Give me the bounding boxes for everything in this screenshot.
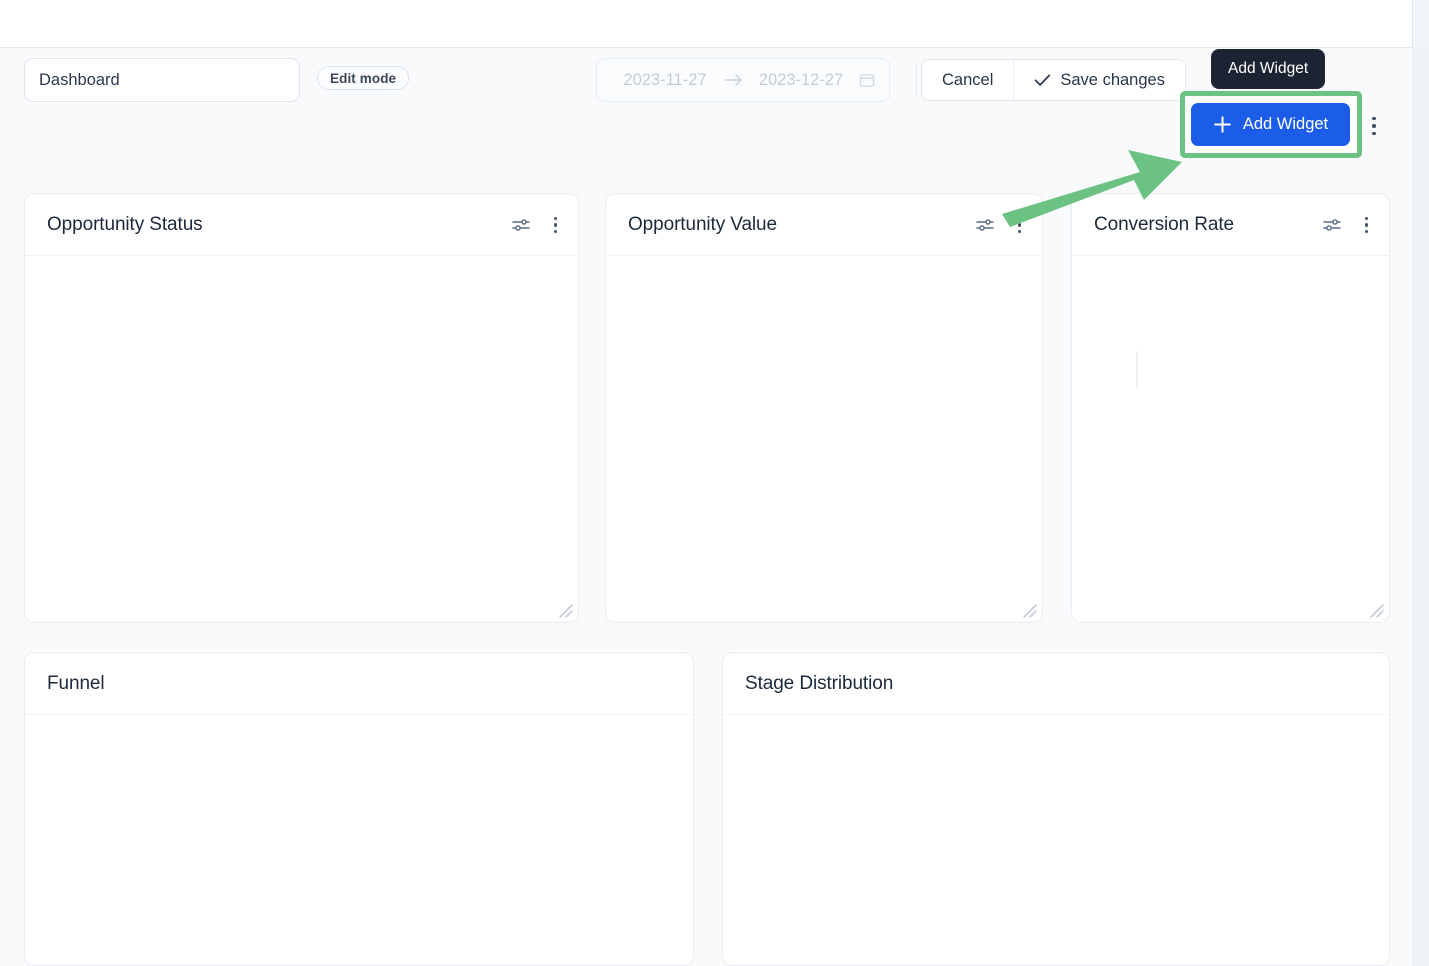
edit-mode-badge: Edit mode [317, 66, 410, 90]
dashboard-name-input[interactable] [24, 58, 300, 102]
cancel-label: Cancel [942, 70, 994, 89]
date-range-arrow-icon [719, 73, 747, 87]
date-range-end[interactable]: 2023-12-27 [747, 71, 855, 90]
widget-body [25, 715, 693, 965]
widget-body [25, 256, 578, 622]
edit-mode-label: Edit mode [330, 70, 397, 86]
widget-header-actions [512, 194, 562, 256]
sliders-icon[interactable] [976, 217, 994, 233]
widget-header: Opportunity Value [606, 194, 1042, 256]
sliders-icon[interactable] [512, 217, 530, 233]
widget-title: Conversion Rate [1094, 213, 1235, 235]
widget-placeholder-mark [369, 714, 604, 715]
toolbar-divider [916, 63, 917, 97]
save-changes-label: Save changes [1060, 70, 1165, 89]
widget-body [723, 715, 1389, 965]
widget-header: Funnel [25, 653, 693, 715]
add-widget-label: Add Widget [1242, 115, 1329, 133]
widget-body [1072, 256, 1389, 622]
widget-body [606, 256, 1042, 622]
calendar-icon [859, 72, 875, 88]
tooltip-label: Add Widget [1228, 60, 1309, 77]
widget-header: Opportunity Status [25, 194, 578, 256]
widget-menu-icon[interactable] [1360, 213, 1373, 238]
widget-placeholder-mark [1136, 351, 1138, 389]
widget-title: Stage Distribution [745, 672, 894, 694]
widget-title: Funnel [47, 672, 105, 694]
widget-menu-icon[interactable] [549, 213, 562, 238]
check-icon [1034, 73, 1051, 87]
widget-menu-icon[interactable] [1013, 213, 1026, 238]
date-range-start[interactable]: 2023-11-27 [611, 71, 719, 90]
add-widget-tooltip: Add Widget [1211, 49, 1326, 89]
plus-icon [1213, 115, 1232, 134]
widget-opportunity-value[interactable]: Opportunity Value [605, 193, 1043, 623]
widget-opportunity-status[interactable]: Opportunity Status [24, 193, 579, 623]
widget-title: Opportunity Value [628, 213, 777, 235]
widget-header: Stage Distribution [723, 653, 1389, 715]
app-top-bar [0, 0, 1412, 48]
resize-handle-icon[interactable] [557, 602, 573, 618]
page-right-gutter [1412, 0, 1429, 966]
sliders-icon[interactable] [1323, 217, 1341, 233]
date-range-picker[interactable]: 2023-11-27 2023-12-27 [596, 58, 890, 102]
widget-header-actions [976, 194, 1026, 256]
dashboard-more-menu-icon[interactable] [1365, 112, 1383, 140]
widget-header-actions [1323, 194, 1373, 256]
widget-header: Conversion Rate [1072, 194, 1389, 256]
widget-conversion-rate[interactable]: Conversion Rate [1071, 193, 1390, 623]
page-right-gutter-top [1412, 0, 1429, 48]
cancel-button[interactable]: Cancel [922, 60, 1014, 100]
resize-handle-icon[interactable] [1021, 602, 1037, 618]
save-changes-button[interactable]: Save changes [1013, 60, 1185, 100]
resize-handle-icon[interactable] [1368, 602, 1384, 618]
edit-actions-group: Cancel Save changes [921, 59, 1186, 101]
widget-funnel[interactable]: Funnel [24, 652, 694, 966]
widget-title: Opportunity Status [47, 213, 203, 235]
add-widget-button[interactable]: Add Widget [1191, 103, 1350, 146]
widget-stage-distribution[interactable]: Stage Distribution [722, 652, 1390, 966]
